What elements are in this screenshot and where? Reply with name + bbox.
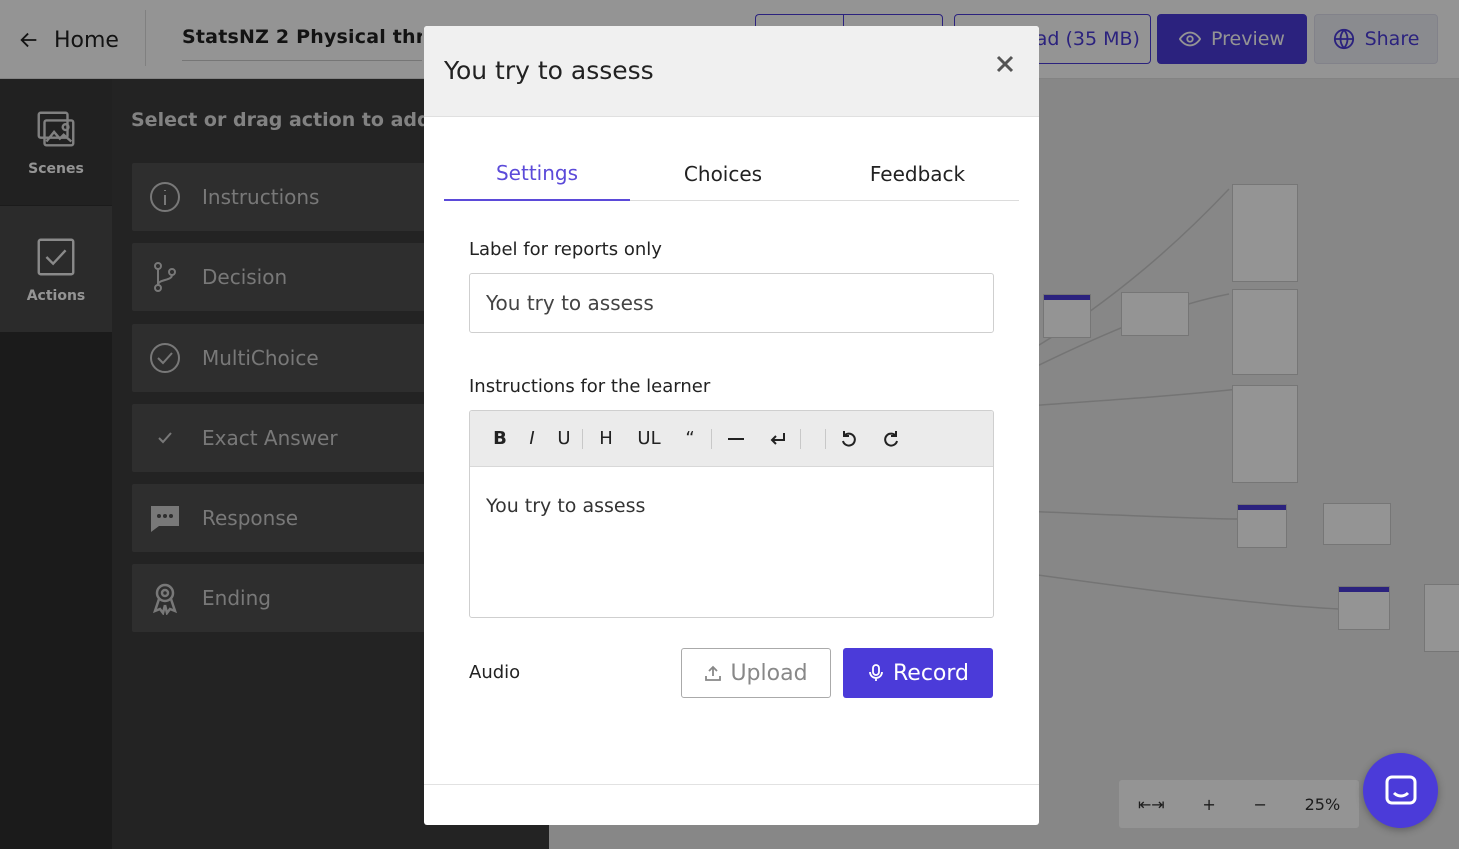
- undo-icon: [842, 430, 856, 447]
- audio-label: Audio: [469, 662, 521, 683]
- italic-button[interactable]: I: [516, 424, 548, 454]
- line-break-icon: [770, 432, 785, 445]
- bullet-list-button[interactable]: UL: [627, 424, 671, 454]
- toolbar-separator: [800, 428, 801, 449]
- toolbar-separator: [582, 428, 583, 449]
- chat-icon: [1385, 775, 1416, 804]
- close-button[interactable]: [991, 50, 1019, 78]
- redo-button[interactable]: [870, 424, 912, 454]
- modal-tabs: Settings Choices Feedback: [444, 146, 1019, 201]
- heading-button[interactable]: H: [585, 424, 627, 454]
- instructions-editor: B I U H UL “ You try to assess: [469, 410, 994, 618]
- record-label: Record: [892, 660, 969, 686]
- upload-icon: [705, 665, 722, 681]
- horizontal-rule-icon: [728, 437, 744, 440]
- line-break-button[interactable]: [758, 424, 798, 454]
- undo-button[interactable]: [828, 424, 870, 454]
- toolbar-separator: [825, 428, 826, 449]
- tab-choices[interactable]: Choices: [630, 146, 816, 201]
- microphone-icon: [869, 664, 883, 681]
- quote-button[interactable]: “: [671, 424, 709, 454]
- toolbar-separator: [711, 428, 712, 449]
- instructions-heading: Instructions for the learner: [469, 376, 711, 397]
- tab-settings[interactable]: Settings: [444, 146, 630, 201]
- report-label-input[interactable]: [469, 273, 994, 333]
- modal-footer: [424, 784, 1039, 825]
- action-settings-modal: You try to assess Settings Choices Feedb…: [424, 26, 1039, 825]
- modal-header: You try to assess: [424, 26, 1039, 117]
- redo-icon: [884, 430, 898, 447]
- underline-button[interactable]: U: [548, 424, 580, 454]
- editor-toolbar: B I U H UL “: [470, 411, 993, 467]
- report-label-heading: Label for reports only: [469, 239, 662, 260]
- chat-launcher-button[interactable]: [1363, 753, 1438, 828]
- tab-feedback[interactable]: Feedback: [816, 146, 1019, 201]
- upload-button[interactable]: Upload: [681, 648, 831, 698]
- editor-content[interactable]: You try to assess: [470, 467, 993, 545]
- close-icon: [996, 55, 1014, 73]
- bold-button[interactable]: B: [484, 424, 516, 454]
- record-button[interactable]: Record: [843, 648, 993, 698]
- upload-label: Upload: [730, 660, 808, 686]
- horizontal-rule-button[interactable]: [714, 424, 758, 454]
- modal-title: You try to assess: [444, 56, 654, 85]
